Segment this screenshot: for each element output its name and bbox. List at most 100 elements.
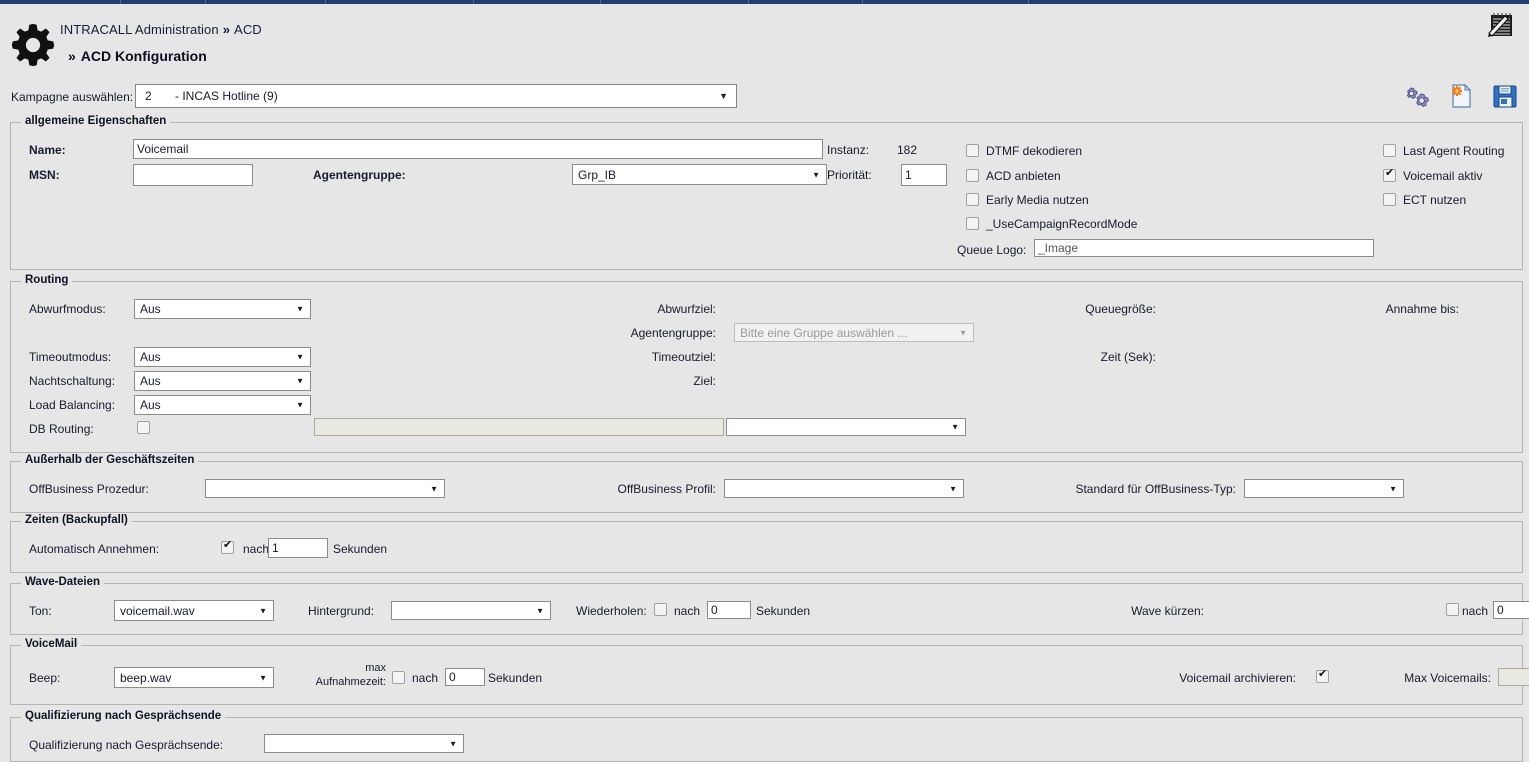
breadcrumb-root[interactable]: INTRACALL Administration xyxy=(60,22,219,37)
timeoutziel-label: Timeoutziel: xyxy=(651,350,716,364)
max-aufnahmezeit-label-bottom: Aufnahmezeit: xyxy=(315,676,386,688)
qualification-select[interactable]: ▼ xyxy=(264,734,464,753)
chevron-down-icon: ▼ xyxy=(959,328,967,337)
checkbox-early-media-nutzen-label: Early Media nutzen xyxy=(986,193,1089,207)
checkbox-automatisch-annehmen[interactable] xyxy=(221,539,234,554)
nachtschaltung-select[interactable]: Aus ▼ xyxy=(134,371,311,391)
offbusiness-prozedur-label: OffBusiness Prozedur: xyxy=(29,482,149,496)
max-aufnahmezeit-seconds-input[interactable]: 0 xyxy=(445,668,485,686)
auto-answer-seconds-input[interactable]: 1 xyxy=(268,538,328,558)
checkbox-early-media-nutzen[interactable] xyxy=(966,193,979,206)
section-voicemail-legend: VoiceMail xyxy=(21,638,82,650)
ton-select[interactable]: voicemail.wav ▼ xyxy=(114,600,274,621)
wiederholen-seconds-input[interactable]: 0 xyxy=(707,601,751,619)
chevron-down-icon: ▼ xyxy=(296,376,304,386)
campaign-value-name: - INCAS Hotline (9) xyxy=(175,89,278,103)
section-general-properties: allgemeine Eigenschaften Name: Voicemail… xyxy=(10,115,1523,270)
offbusiness-prozedur-select[interactable]: ▼ xyxy=(205,479,445,498)
agentengruppe-routing-label: Agentengruppe: xyxy=(630,326,716,340)
checkbox-wave-kuerzen[interactable] xyxy=(1446,603,1459,616)
chevron-down-icon: ▼ xyxy=(1389,484,1397,493)
loadbalancing-label: Load Balancing: xyxy=(29,398,116,412)
breadcrumb-current[interactable]: ACD xyxy=(234,22,262,37)
wiederholen-sekunden-label: Sekunden xyxy=(756,604,811,618)
section-times-backup: Zeiten (Backupfall) Automatisch Annehmen… xyxy=(10,514,1523,573)
section-qualification: Qualifizierung nach Gesprächsende Qualif… xyxy=(10,710,1523,762)
chevron-down-icon: ▼ xyxy=(430,484,438,493)
abwurfmodus-value: Aus xyxy=(140,302,161,316)
nachtschaltung-value: Aus xyxy=(140,374,161,388)
page-title-separator-icon: » xyxy=(68,48,76,64)
checkbox-last-agent-routing[interactable] xyxy=(1383,144,1396,157)
queue-logo-input[interactable]: _Image xyxy=(1034,239,1374,257)
checkbox-voicemail-aktiv[interactable] xyxy=(1383,167,1396,182)
voicemail-archivieren-label: Voicemail archivieren: xyxy=(1179,671,1296,685)
queue-logo-label: Queue Logo: xyxy=(957,243,1027,257)
max-voicemails-input[interactable] xyxy=(1498,668,1529,686)
chevron-down-icon: ▼ xyxy=(719,91,728,101)
checkbox-db-routing[interactable] xyxy=(137,421,150,434)
section-routing-legend: Routing xyxy=(21,274,73,286)
name-label: Name: xyxy=(29,143,66,157)
dbrouting-select[interactable]: ▼ xyxy=(726,418,966,436)
section-times-backup-legend: Zeiten (Backupfall) xyxy=(21,514,132,526)
timeoutmodus-select[interactable]: Aus ▼ xyxy=(134,347,311,367)
dbrouting-label: DB Routing: xyxy=(29,422,94,436)
abwurfmodus-label: Abwurfmodus: xyxy=(29,302,106,316)
prioritaet-input[interactable]: 1 xyxy=(901,164,947,186)
checkbox-last-agent-routing-label: Last Agent Routing xyxy=(1403,144,1505,158)
campaign-value-number: 2 xyxy=(145,89,152,103)
max-aufnahmezeit-nach-label: nach xyxy=(412,671,439,685)
hintergrund-select[interactable]: ▼ xyxy=(391,601,551,620)
section-offbusiness: Außerhalb der Geschäftszeiten OffBusines… xyxy=(10,454,1523,513)
wave-kuerzen-seconds-input[interactable]: 0 xyxy=(1493,601,1529,619)
beep-select[interactable]: beep.wav ▼ xyxy=(114,667,274,688)
chevron-down-icon: ▼ xyxy=(536,606,544,615)
breadcrumb: INTRACALL Administration» ACD xyxy=(60,22,262,37)
gear-icon xyxy=(10,22,56,68)
page-title-text: ACD Konfiguration xyxy=(80,48,207,64)
chevron-down-icon: ▼ xyxy=(812,170,820,179)
checkbox-dtmf-dekodieren[interactable] xyxy=(966,144,979,157)
breadcrumb-separator-icon: » xyxy=(222,22,231,37)
offbusiness-profil-select[interactable]: ▼ xyxy=(724,479,964,498)
section-wave-files-legend: Wave-Dateien xyxy=(21,576,104,588)
page-header: INTRACALL Administration» ACD » ACD Konfig… xyxy=(0,4,1529,74)
ton-value: voicemail.wav xyxy=(120,603,195,618)
section-offbusiness-legend: Außerhalb der Geschäftszeiten xyxy=(21,454,199,466)
save-floppy-icon[interactable] xyxy=(1491,82,1519,110)
checkbox-use-campaign-record-mode-label: _UseCampaignRecordMode xyxy=(986,217,1138,231)
prioritaet-label: Priorität: xyxy=(827,168,872,182)
notepad-pencil-icon[interactable] xyxy=(1487,12,1515,38)
offbusiness-standard-select[interactable]: ▼ xyxy=(1244,479,1404,498)
checkbox-acd-anbieten[interactable] xyxy=(966,169,979,182)
checkbox-voicemail-aktiv-label: Voicemail aktiv xyxy=(1403,169,1483,183)
section-qualification-legend: Qualifizierung nach Gesprächsende xyxy=(21,710,226,722)
max-aufnahmezeit-sekunden-label: Sekunden xyxy=(488,671,543,685)
checkbox-use-campaign-record-mode[interactable] xyxy=(966,217,979,230)
checkbox-wiederholen[interactable] xyxy=(654,603,667,616)
new-document-icon[interactable] xyxy=(1447,82,1475,110)
auto-answer-nach-label: nach xyxy=(243,542,270,556)
checkbox-ect-nutzen-label: ECT nutzen xyxy=(1403,193,1467,207)
checkbox-ect-nutzen[interactable] xyxy=(1383,193,1396,206)
agentengruppe-routing-select[interactable]: Bitte eine Gruppe auswählen ... ▼ xyxy=(734,323,974,342)
beep-label: Beep: xyxy=(29,671,61,685)
chevron-down-icon: ▼ xyxy=(951,422,959,432)
dbrouting-text-input[interactable] xyxy=(314,418,724,436)
gears-icon[interactable] xyxy=(1403,82,1431,110)
page-title: » ACD Konfiguration xyxy=(68,48,207,64)
agentgroup-value: Grp_IB xyxy=(578,167,617,182)
chevron-down-icon: ▼ xyxy=(259,606,267,615)
name-input[interactable]: Voicemail xyxy=(133,139,823,159)
agentgroup-select[interactable]: Grp_IB ▼ xyxy=(572,164,827,185)
abwurfmodus-select[interactable]: Aus ▼ xyxy=(134,299,311,319)
checkbox-max-aufnahmezeit[interactable] xyxy=(392,671,405,684)
msn-input[interactable] xyxy=(133,164,253,186)
loadbalancing-select[interactable]: Aus ▼ xyxy=(134,395,311,415)
wave-kuerzen-label: Wave kürzen: xyxy=(1131,604,1204,618)
auto-answer-label: Automatisch Annehmen: xyxy=(29,542,160,556)
campaign-select[interactable]: 2 - INCAS Hotline (9) ▼ xyxy=(135,84,737,108)
section-wave-files: Wave-Dateien Ton: voicemail.wav ▼ Hinter… xyxy=(10,576,1529,635)
section-voicemail: VoiceMail Beep: beep.wav ▼ max Aufnahmez… xyxy=(10,638,1529,705)
